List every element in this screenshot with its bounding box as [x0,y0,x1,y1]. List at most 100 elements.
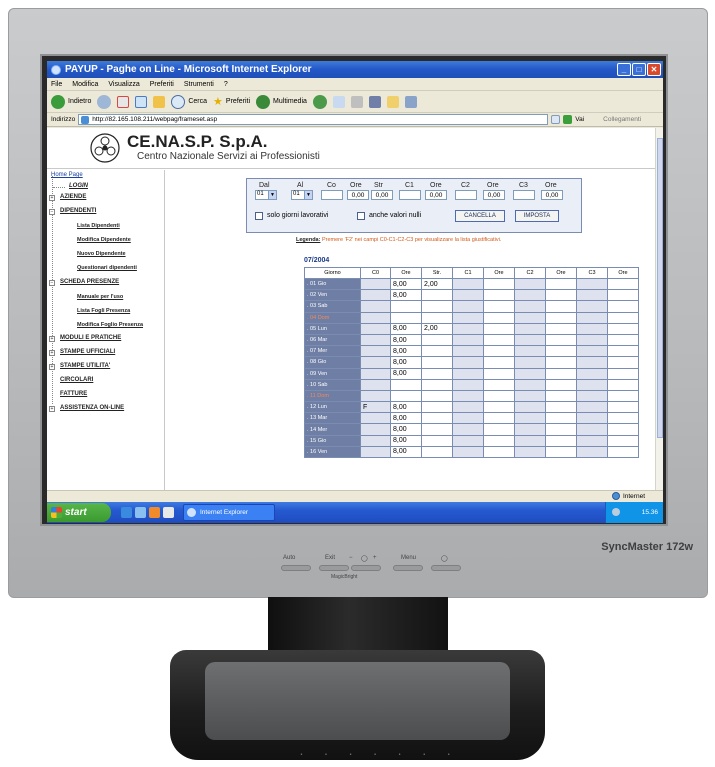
ore-c1-cell[interactable] [483,423,515,436]
cancella-button[interactable]: CANCELLA [455,210,505,222]
multimedia-button[interactable]: Multimedia [256,94,307,109]
ore-c2-cell[interactable] [545,311,577,324]
address-input[interactable]: http://82.165.108.211/webpag/frameset.as… [78,114,549,125]
c1-cell[interactable] [452,423,484,436]
str-cell[interactable] [421,311,453,324]
str-cell[interactable] [421,401,453,414]
ore-c2-cell[interactable] [545,356,577,369]
ore-c1-cell[interactable] [483,277,515,291]
c0-cell[interactable] [360,389,391,403]
ore-c2-cell[interactable] [545,445,577,459]
ore-cell[interactable]: 8,00 [390,445,422,459]
ore-c3-cell[interactable] [607,333,639,347]
ore-c3-cell[interactable] [607,345,639,358]
c2-cell[interactable] [514,289,546,302]
c2-cell[interactable] [514,445,546,459]
folder-icon[interactable] [386,95,399,108]
ore-input[interactable]: 0,00 [483,190,505,200]
sidebar-item-stampe-ufficiali[interactable]: STAMPE UFFICIALI [60,349,115,355]
c3-cell[interactable] [576,322,608,335]
ore-c2-cell[interactable] [545,378,577,391]
sidebar-item-fatture[interactable]: FATTURE [60,391,87,397]
ore-c1-cell[interactable] [483,300,515,313]
str-cell[interactable] [421,434,453,447]
dal-select[interactable]: 01 ▼ [255,190,277,200]
c1-cell[interactable] [452,333,484,347]
co-input[interactable] [321,190,343,200]
sidebar-item-dipendenti[interactable]: DIPENDENTI [60,208,96,214]
ore-c2-cell[interactable] [545,412,577,425]
c1-cell[interactable] [452,367,484,380]
ore-c3-cell[interactable] [607,367,639,380]
collapse-icon[interactable]: − [49,280,55,286]
ore-input[interactable]: 0,00 [425,190,447,200]
menu-preferiti[interactable]: Preferiti [150,81,174,88]
c0-cell[interactable] [360,423,391,436]
c1-cell[interactable] [452,322,484,335]
ore-c1-cell[interactable] [483,378,515,391]
ore-c2-cell[interactable] [545,434,577,447]
ore-c3-cell[interactable] [607,311,639,324]
c2-cell[interactable] [514,277,546,291]
sidebar-item-stampe-utilita[interactable]: STAMPE UTILITA' [60,363,110,369]
c0-cell[interactable] [360,300,391,313]
ore-cell[interactable] [390,300,422,313]
ore-c1-cell[interactable] [483,345,515,358]
str-cell[interactable] [421,445,453,459]
c3-cell[interactable] [576,401,608,414]
c1-cell[interactable] [452,311,484,324]
c2-cell[interactable] [514,333,546,347]
ore-c1-cell[interactable] [483,356,515,369]
print-icon[interactable] [350,95,363,108]
c3-cell[interactable] [576,378,608,391]
c3-cell[interactable] [576,445,608,459]
menu-visualizza[interactable]: Visualizza [108,81,139,88]
edit-icon[interactable] [368,95,381,108]
c0-cell[interactable] [360,311,391,324]
ore-c3-cell[interactable] [607,378,639,391]
c1-cell[interactable] [452,277,484,291]
ore-c3-cell[interactable] [607,289,639,302]
menu-strumenti[interactable]: Strumenti [184,81,214,88]
ore-c2-cell[interactable] [545,322,577,335]
expand-icon[interactable]: + [49,364,55,370]
stop-icon[interactable] [117,95,130,108]
ore-c1-cell[interactable] [483,434,515,447]
expand-icon[interactable]: + [49,336,55,342]
str-cell[interactable] [421,389,453,403]
str-input[interactable]: 0,00 [371,190,393,200]
ore-c1-cell[interactable] [483,322,515,335]
ore-cell[interactable]: 8,00 [390,423,422,436]
str-cell[interactable]: 2,00 [421,277,453,291]
home-icon[interactable] [153,95,166,108]
ore-input[interactable]: 0,00 [541,190,563,200]
str-cell[interactable] [421,345,453,358]
close-icon[interactable]: ✕ [647,63,661,76]
messenger-icon[interactable] [404,95,417,108]
back-button[interactable]: Indietro [51,94,91,109]
ore-c3-cell[interactable] [607,401,639,414]
ore-c1-cell[interactable] [483,389,515,403]
c1-cell[interactable] [452,378,484,391]
str-cell[interactable] [421,300,453,313]
start-button[interactable]: start [47,503,111,522]
ore-cell[interactable]: 8,00 [390,434,422,447]
str-cell[interactable] [421,356,453,369]
c3-input[interactable] [513,190,535,200]
sidebar-item-assistenza[interactable]: ASSISTENZA ON-LINE [60,405,124,411]
sidebar-item-aziende[interactable]: AZIENDE [60,194,86,200]
desktop-quicklaunch-icon[interactable] [163,507,174,518]
ore-input[interactable]: 0,00 [347,190,369,200]
str-cell[interactable]: 2,00 [421,322,453,335]
c0-cell[interactable] [360,356,391,369]
ore-c1-cell[interactable] [483,289,515,302]
ore-cell[interactable]: 8,00 [390,412,422,425]
menu-modifica[interactable]: Modifica [72,81,98,88]
expand-icon[interactable]: + [49,195,55,201]
ore-c3-cell[interactable] [607,277,639,291]
c1-cell[interactable] [452,445,484,459]
c3-cell[interactable] [576,300,608,313]
c2-cell[interactable] [514,434,546,447]
minimize-icon[interactable]: _ [617,63,631,76]
c2-cell[interactable] [514,311,546,324]
